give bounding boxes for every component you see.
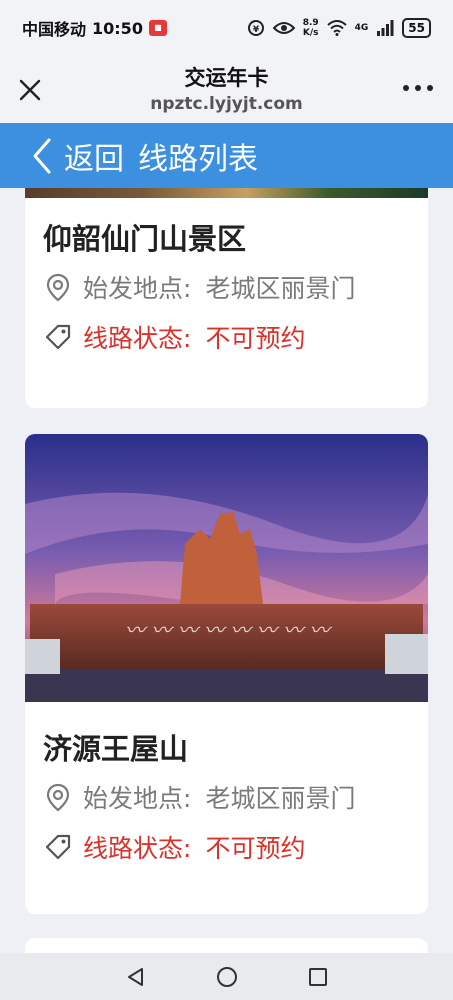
page-title: 交运年卡 [184, 66, 269, 90]
speed-unit: K/s [302, 28, 319, 38]
route-card[interactable]: 仰韶仙门山景区 始发地点: 老城区丽景门 线路状态: 不可预约 [25, 188, 428, 408]
status-row: 线路状态: 不可预约 [43, 822, 410, 872]
status-right: ¥ 8.9 K/s 4G 55 [247, 18, 431, 38]
route-image: 〰 〰 〰 〰 〰 〰 〰 〰 [25, 434, 428, 702]
nav-recents-icon[interactable] [306, 965, 330, 989]
route-card[interactable] [25, 938, 428, 953]
location-pin-icon [46, 783, 70, 812]
back-chevron-icon [33, 138, 51, 173]
tag-icon [45, 324, 71, 350]
location-label: 始发地点: [83, 274, 192, 303]
clock: 10:50 [92, 18, 143, 38]
eye-icon [272, 22, 295, 34]
carrier-name: 中国移动 [22, 20, 87, 39]
data-saver-icon: ¥ [247, 20, 264, 36]
route-image [25, 188, 428, 198]
location-row: 始发地点: 老城区丽景门 [43, 772, 410, 822]
network-speed: 8.9 K/s [303, 18, 319, 38]
location-pin-icon [46, 273, 70, 302]
status-bar: 中国移动 10:50 ■ ¥ 8.9 K/s 4G 55 [0, 0, 453, 56]
route-card[interactable]: 〰 〰 〰 〰 〰 〰 〰 〰 济源王屋山 始发地点: 老城区丽景门 线路状态:… [25, 434, 428, 914]
app-header: 交运年卡 npztc.lyjyjt.com [0, 56, 453, 123]
status-label: 线路状态: [83, 834, 192, 863]
nav-title: 线路列表 [138, 141, 258, 177]
location-value: 老城区丽景门 [205, 274, 356, 303]
wifi-icon [326, 20, 347, 36]
location-label: 始发地点: [83, 784, 192, 813]
more-icon[interactable] [403, 78, 433, 98]
nav-home-icon[interactable] [215, 965, 239, 989]
route-list: 仰韶仙门山景区 始发地点: 老城区丽景门 线路状态: 不可预约 〰 〰 〰 〰 … [0, 188, 453, 953]
signal-label: 4G [354, 23, 369, 33]
page-url: npztc.lyjyjt.com [150, 94, 303, 114]
status-label: 线路状态: [83, 324, 192, 353]
back-label[interactable]: 返回 [64, 134, 124, 178]
status-value: 不可预约 [205, 834, 306, 863]
status-row: 线路状态: 不可预约 [43, 312, 410, 362]
app-notification-icon: ■ [148, 20, 167, 36]
system-nav-bar [0, 953, 453, 1000]
speed-value: 8.9 [302, 18, 319, 28]
battery-indicator: 55 [402, 18, 431, 38]
nav-back-icon[interactable] [124, 965, 148, 989]
svg-text:¥: ¥ [253, 25, 260, 35]
tag-icon [45, 834, 71, 860]
route-card-body: 济源王屋山 始发地点: 老城区丽景门 线路状态: 不可预约 [25, 702, 428, 872]
route-card-body: 仰韶仙门山景区 始发地点: 老城区丽景门 线路状态: 不可预约 [25, 198, 428, 362]
route-name: 济源王屋山 [43, 732, 189, 766]
status-left: 中国移动 10:50 ■ [22, 16, 167, 40]
back-button[interactable] [22, 123, 62, 188]
route-name: 仰韶仙门山景区 [43, 222, 247, 256]
signal-icon [377, 20, 394, 36]
svg-text:〰 〰 〰 〰 〰 〰 〰 〰: 〰 〰 〰 〰 〰 〰 〰 〰 [125, 618, 333, 642]
location-value: 老城区丽景门 [205, 784, 356, 813]
nav-bar: 返回 线路列表 [0, 123, 453, 188]
location-row: 始发地点: 老城区丽景门 [43, 262, 410, 312]
status-value: 不可预约 [205, 324, 306, 353]
